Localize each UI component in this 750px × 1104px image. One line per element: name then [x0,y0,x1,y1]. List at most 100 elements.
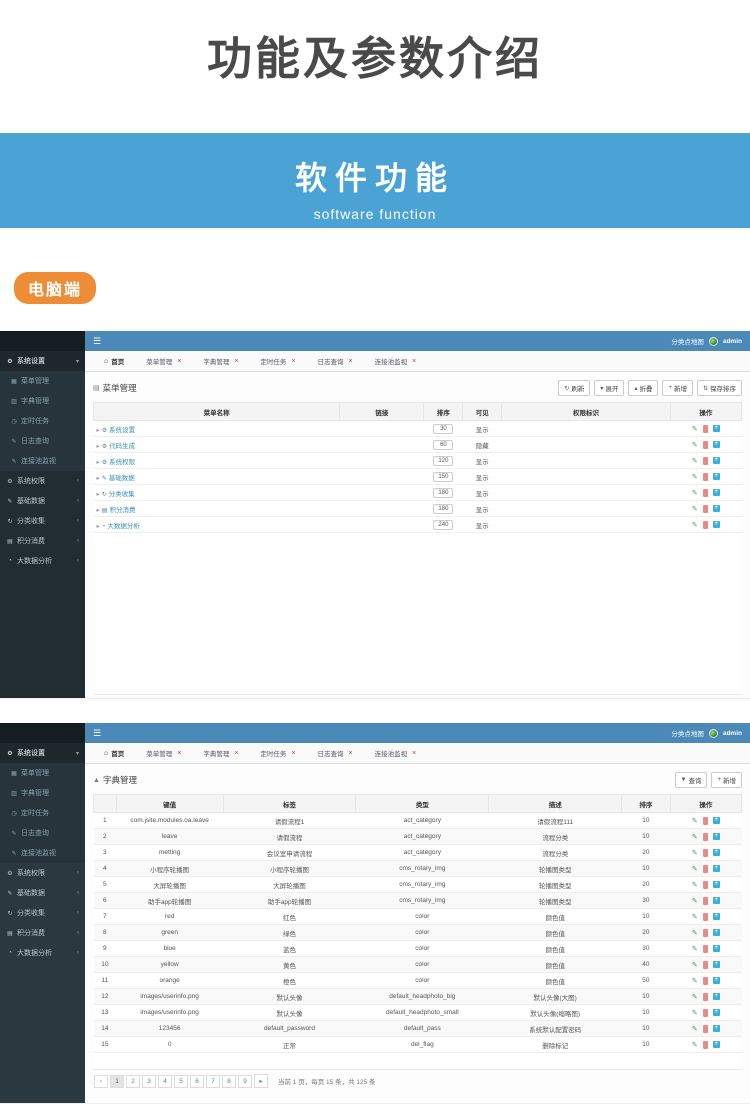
edit-icon[interactable]: ✎ [692,817,698,825]
delete-icon[interactable] [702,850,708,857]
topbar-map-link[interactable]: 分类点地图 [671,728,704,738]
delete-icon[interactable] [702,1026,708,1033]
tab-首页[interactable]: ⌂ 首页 [93,748,135,759]
delete-icon[interactable] [702,866,708,873]
delete-icon[interactable] [702,978,708,985]
menu-name-link[interactable]: 代码生成 [109,443,135,450]
sidebar-item-积分消费[interactable]: ▤ 积分消费 ‹ [0,531,85,551]
caret-right-icon[interactable]: ▸ [97,475,100,482]
sidebar-item-基础数据[interactable]: ✎ 基础数据 ‹ [0,491,85,511]
sidebar-item-积分消费[interactable]: ▤ 积分消费 ‹ [0,923,85,943]
query-button[interactable]: ▼ 查询 [674,772,708,788]
sidebar-subitem-菜单管理[interactable]: ▦ 菜单管理 [0,763,85,783]
add-child-icon[interactable]: + [712,865,720,872]
sidebar-item-大数据分析[interactable]: ◔ 大数据分析 ‹ [0,551,85,571]
topbar-username[interactable]: admin [723,730,742,737]
tab-close-icon[interactable]: × [177,358,181,365]
delete-icon[interactable] [702,898,708,905]
save-sort-button[interactable]: ⇅ 保存排序 [696,380,742,396]
delete-icon[interactable] [702,946,708,953]
menu-name-link[interactable]: 积分消费 [109,507,135,514]
tab-字典管理[interactable]: 字典管理 × [192,748,249,759]
menu-name-link[interactable]: 基础数据 [109,475,135,482]
tab-日志查询[interactable]: 日志查询 × [307,356,364,367]
add-child-icon[interactable]: + [712,961,720,968]
add-child-icon[interactable]: + [712,521,720,528]
delete-icon[interactable] [702,994,708,1001]
edit-icon[interactable]: ✎ [692,1025,698,1033]
sidebar-item-大数据分析[interactable]: ◔ 大数据分析 ‹ [0,943,85,963]
collapse-button[interactable]: ▴ 折叠 [628,380,659,396]
add-child-icon[interactable]: + [712,913,720,920]
add-button[interactable]: + 新增 [711,772,742,788]
page-button-9[interactable]: 9 [238,1074,252,1088]
tab-close-icon[interactable]: × [412,358,416,365]
sidebar-item-系统设置[interactable]: ⚙ 系统设置 ▾ [0,743,85,763]
tab-close-icon[interactable]: × [349,358,353,365]
tab-close-icon[interactable]: × [177,750,181,757]
caret-right-icon[interactable]: ▸ [97,491,100,498]
edit-icon[interactable]: ✎ [692,1041,698,1049]
sidebar-item-系统权限[interactable]: ⚙ 系统权限 ‹ [0,471,85,491]
edit-icon[interactable]: ✎ [692,521,698,529]
hamburger-icon[interactable]: ☰ [93,336,101,347]
add-child-icon[interactable]: + [712,977,720,984]
edit-icon[interactable]: ✎ [692,865,698,873]
sidebar-item-分类收集[interactable]: ↻ 分类收集 ‹ [0,511,85,531]
page-button-3[interactable]: 3 [142,1074,156,1088]
add-child-icon[interactable]: + [712,1009,720,1016]
edit-icon[interactable]: ✎ [692,849,698,857]
menu-name-link[interactable]: 分类收集 [109,491,135,498]
delete-icon[interactable] [702,474,708,481]
edit-icon[interactable]: ✎ [692,961,698,969]
delete-icon[interactable] [702,1042,708,1049]
tab-菜单管理[interactable]: 菜单管理 × [135,356,192,367]
page-next-button[interactable]: ▸ [254,1074,268,1088]
tab-close-icon[interactable]: × [234,750,238,757]
tab-close-icon[interactable]: × [349,750,353,757]
edit-icon[interactable]: ✎ [692,929,698,937]
edit-icon[interactable]: ✎ [692,833,698,841]
edit-icon[interactable]: ✎ [692,473,698,481]
sidebar-subitem-字典管理[interactable]: ▥ 字典管理 [0,391,85,411]
add-child-icon[interactable]: + [712,505,720,512]
add-child-icon[interactable]: + [712,457,720,464]
sidebar-item-分类收集[interactable]: ↻ 分类收集 ‹ [0,903,85,923]
sort-input[interactable]: 180 [433,487,454,498]
edit-icon[interactable]: ✎ [692,457,698,465]
caret-right-icon[interactable]: ▸ [97,459,100,466]
delete-icon[interactable] [702,930,708,937]
edit-icon[interactable]: ✎ [692,505,698,513]
user-avatar[interactable] [708,728,718,738]
delete-icon[interactable] [702,522,708,529]
delete-icon[interactable] [702,834,708,841]
page-button-6[interactable]: 6 [190,1074,204,1088]
tab-连接池监视[interactable]: 连接池监视 × [364,748,428,759]
edit-icon[interactable]: ✎ [692,977,698,985]
edit-icon[interactable]: ✎ [692,441,698,449]
sidebar-item-系统权限[interactable]: ⚙ 系统权限 ‹ [0,863,85,883]
caret-right-icon[interactable]: ▸ [97,443,100,450]
edit-icon[interactable]: ✎ [692,945,698,953]
sidebar-item-基础数据[interactable]: ✎ 基础数据 ‹ [0,883,85,903]
tab-日志查询[interactable]: 日志查询 × [307,748,364,759]
sidebar-subitem-日志查询[interactable]: ✎ 日志查询 [0,431,85,451]
edit-icon[interactable]: ✎ [692,913,698,921]
sidebar-item-系统设置[interactable]: ⚙ 系统设置 ▾ [0,351,85,371]
tab-close-icon[interactable]: × [412,750,416,757]
add-child-icon[interactable]: + [712,897,720,904]
page-button-4[interactable]: 4 [158,1074,172,1088]
add-child-icon[interactable]: + [712,849,720,856]
add-child-icon[interactable]: + [712,473,720,480]
delete-icon[interactable] [702,962,708,969]
tab-定时任务[interactable]: 定时任务 × [249,748,306,759]
page-button-7[interactable]: 7 [206,1074,220,1088]
add-child-icon[interactable]: + [712,489,720,496]
edit-icon[interactable]: ✎ [692,881,698,889]
tab-close-icon[interactable]: × [234,358,238,365]
add-child-icon[interactable]: + [712,817,720,824]
sidebar-subitem-连接池监视[interactable]: ✎ 连接池监视 [0,451,85,471]
delete-icon[interactable] [702,914,708,921]
tab-close-icon[interactable]: × [291,750,295,757]
sort-input[interactable]: 180 [433,503,454,514]
